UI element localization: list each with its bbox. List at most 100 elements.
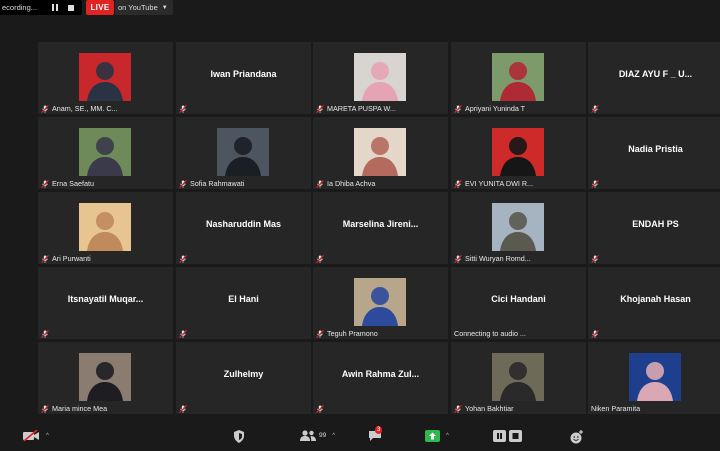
participant-video bbox=[79, 203, 131, 251]
participant-tile[interactable]: Khojanah Hasan bbox=[588, 267, 720, 339]
participant-name-bar: EVI YUNITA DWI R... bbox=[454, 179, 583, 188]
recording-indicator: ecording... bbox=[0, 0, 82, 15]
participant-name-bar: Erna Saefatu bbox=[41, 179, 170, 188]
participant-name-bar bbox=[179, 255, 308, 263]
participant-video bbox=[492, 353, 544, 401]
participants-button[interactable]: 99 ^ bbox=[300, 430, 335, 441]
participants-icon bbox=[300, 430, 316, 441]
participant-name-bar bbox=[591, 330, 720, 338]
participant-name-bar: Sitti Wuryan Romd... bbox=[454, 254, 583, 263]
muted-microphone-icon bbox=[454, 179, 462, 188]
participant-tile[interactable]: Itsnayatil Muqar... bbox=[38, 267, 173, 339]
participant-tile[interactable]: Apriyani Yuninda T bbox=[451, 42, 586, 114]
participant-video bbox=[492, 53, 544, 101]
participant-tile[interactable]: Anam, SE., MM. C... bbox=[38, 42, 173, 114]
participant-video bbox=[79, 353, 131, 401]
participant-tile[interactable]: Iwan Priandana bbox=[176, 42, 311, 114]
participant-name-bar: Anam, SE., MM. C... bbox=[41, 104, 170, 113]
participant-display-name: Marselina Jireni... bbox=[342, 219, 419, 229]
video-toggle-button[interactable]: ^ bbox=[22, 430, 49, 442]
participant-tile[interactable]: El Hani bbox=[176, 267, 311, 339]
share-screen-icon bbox=[425, 430, 440, 442]
youtube-stream-dropdown[interactable]: on YouTube ▼ bbox=[115, 0, 173, 15]
stop-recording-icon[interactable] bbox=[66, 0, 76, 15]
muted-microphone-icon bbox=[316, 255, 324, 263]
participant-name: Erna Saefatu bbox=[52, 179, 94, 188]
participant-video bbox=[629, 353, 681, 401]
chat-button[interactable]: 3 bbox=[368, 426, 383, 442]
participant-name-bar bbox=[179, 105, 308, 113]
participant-video bbox=[354, 278, 406, 326]
pause-recording-icon[interactable] bbox=[50, 0, 60, 15]
participant-tile[interactable]: Sitti Wuryan Romd... bbox=[451, 192, 586, 264]
participant-name-bar: Yohan Bakhtiar bbox=[454, 404, 583, 413]
participant-tile[interactable]: Erna Saefatu bbox=[38, 117, 173, 189]
participants-count: 99 bbox=[319, 432, 327, 439]
participant-video bbox=[79, 53, 131, 101]
smiley-plus-icon bbox=[570, 430, 583, 444]
video-options-chevron-icon[interactable]: ^ bbox=[46, 433, 49, 439]
muted-microphone-icon bbox=[179, 405, 187, 413]
participant-name: Anam, SE., MM. C... bbox=[52, 104, 118, 113]
participant-tile[interactable]: Sofia Rahmawati bbox=[176, 117, 311, 189]
participant-tile[interactable]: DIAZ AYU F _ U... bbox=[588, 42, 720, 114]
participant-display-name: Khojanah Hasan bbox=[620, 294, 691, 304]
participant-name-bar bbox=[179, 330, 308, 338]
muted-microphone-icon bbox=[454, 254, 462, 263]
muted-microphone-icon bbox=[179, 330, 187, 338]
participant-tile[interactable]: Nadia Pristia bbox=[588, 117, 720, 189]
participant-name: Ia Dhiba Achva bbox=[327, 179, 376, 188]
participant-name: EVI YUNITA DWI R... bbox=[465, 179, 534, 188]
share-screen-button[interactable]: ^ bbox=[425, 430, 449, 442]
participant-display-name: Nadia Pristia bbox=[628, 144, 683, 154]
participants-options-chevron-icon[interactable]: ^ bbox=[332, 433, 335, 439]
participant-tile[interactable]: Maria mince Mea bbox=[38, 342, 173, 414]
muted-microphone-icon bbox=[41, 179, 49, 188]
muted-microphone-icon bbox=[316, 329, 324, 338]
record-button[interactable] bbox=[493, 430, 523, 442]
participant-tile[interactable]: Teguh Pramono bbox=[313, 267, 448, 339]
participant-tile[interactable]: Ari Purwanti bbox=[38, 192, 173, 264]
security-button[interactable] bbox=[233, 430, 245, 443]
reactions-button[interactable] bbox=[570, 430, 584, 444]
participant-name-bar bbox=[591, 105, 720, 113]
participant-name: Connecting to audio ... bbox=[454, 329, 526, 338]
participant-name-bar bbox=[179, 405, 308, 413]
participant-display-name: Cici Handani bbox=[491, 294, 546, 304]
participant-tile[interactable]: Awin Rahma Zul... bbox=[313, 342, 448, 414]
participant-name: Yohan Bakhtiar bbox=[465, 404, 514, 413]
participant-tile[interactable]: Zulhelmy bbox=[176, 342, 311, 414]
share-options-chevron-icon[interactable]: ^ bbox=[446, 433, 449, 439]
participant-display-name: Nasharuddin Mas bbox=[205, 219, 281, 229]
participant-tile[interactable]: EVI YUNITA DWI R... bbox=[451, 117, 586, 189]
muted-microphone-icon bbox=[41, 254, 49, 263]
participant-name: Sitti Wuryan Romd... bbox=[465, 254, 531, 263]
muted-microphone-icon bbox=[454, 104, 462, 113]
participant-tile[interactable]: ENDAH PS bbox=[588, 192, 720, 264]
participant-name-bar bbox=[591, 180, 720, 188]
youtube-label: on YouTube bbox=[118, 3, 158, 12]
participant-video bbox=[217, 128, 269, 176]
participant-name-bar: Ia Dhiba Achva bbox=[316, 179, 445, 188]
participant-tile[interactable]: Yohan Bakhtiar bbox=[451, 342, 586, 414]
participant-tile[interactable]: MARETA PUSPA W... bbox=[313, 42, 448, 114]
video-off-icon bbox=[23, 430, 39, 442]
muted-microphone-icon bbox=[179, 179, 187, 188]
recording-text: ecording... bbox=[2, 3, 38, 12]
participant-display-name: El Hani bbox=[228, 294, 259, 304]
participant-display-name: Iwan Priandana bbox=[210, 69, 277, 79]
participant-video bbox=[79, 128, 131, 176]
participant-video bbox=[354, 128, 406, 176]
participant-name-bar: MARETA PUSPA W... bbox=[316, 104, 445, 113]
participant-tile[interactable]: Nasharuddin Mas bbox=[176, 192, 311, 264]
participant-tile[interactable]: Marselina Jireni... bbox=[313, 192, 448, 264]
participant-tile[interactable]: Cici Handani Connecting to audio ... bbox=[451, 267, 586, 339]
participant-name: Ari Purwanti bbox=[52, 254, 91, 263]
participant-name-bar: Ari Purwanti bbox=[41, 254, 170, 263]
participant-tile[interactable]: Niken Paramita bbox=[588, 342, 720, 414]
gallery-view-grid: Anam, SE., MM. C... Iwan Priandana MARETA … bbox=[38, 42, 720, 414]
muted-microphone-icon bbox=[316, 104, 324, 113]
participant-name-bar bbox=[591, 255, 720, 263]
participant-tile[interactable]: Ia Dhiba Achva bbox=[313, 117, 448, 189]
participant-display-name: Itsnayatil Muqar... bbox=[67, 294, 144, 304]
